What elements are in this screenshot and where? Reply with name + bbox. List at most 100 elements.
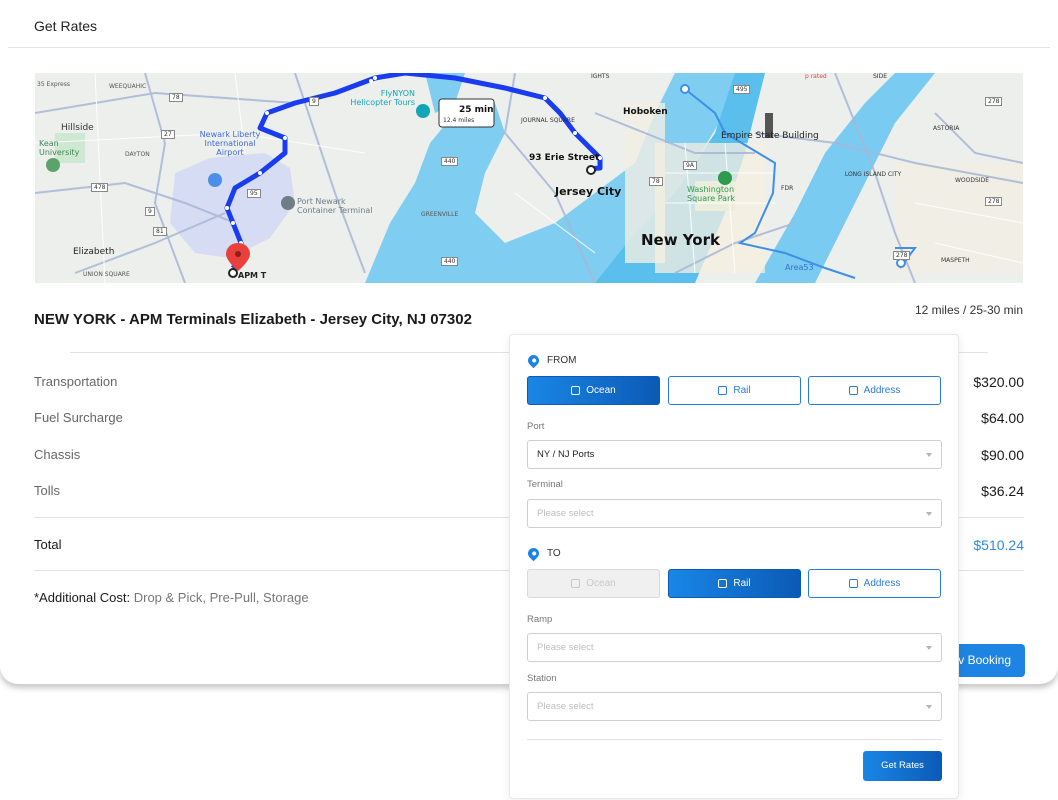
terminal-label: Terminal — [527, 479, 563, 490]
to-heading-label: TO — [547, 548, 561, 559]
map-label-hoboken: Hoboken — [623, 107, 668, 117]
from-rail-button[interactable]: Rail — [668, 376, 801, 405]
map-shield: 78 — [169, 93, 183, 102]
from-rail-label: Rail — [733, 385, 751, 396]
to-ocean-button: Ocean — [527, 569, 660, 598]
map-shield: 440 — [441, 257, 459, 266]
divider — [527, 739, 942, 740]
header-divider — [8, 47, 1050, 48]
train-icon — [718, 579, 728, 588]
port-label: Port — [527, 421, 545, 432]
route-distance-time: 12 miles / 25-30 min — [914, 303, 1023, 317]
port-select[interactable]: NY / NJ Ports — [527, 440, 942, 469]
route-title: NEW YORK - APM Terminals Elizabeth - Jer… — [34, 311, 472, 328]
cost-label-fuel-surcharge: Fuel Surcharge — [34, 410, 123, 425]
map-label-port-newark: Port Newark Container Terminal — [297, 197, 373, 215]
terminal-select[interactable]: Please select — [527, 499, 942, 528]
location-pin-icon — [525, 352, 542, 369]
map-icon — [848, 579, 858, 588]
map-icon — [848, 386, 858, 395]
map-label-empire-state: Empire State Building — [721, 131, 819, 141]
map-shield: 440 — [441, 157, 459, 166]
map-label-jersey-city: Jersey City — [555, 185, 622, 198]
port-value: NY / NJ Ports — [537, 449, 595, 460]
ramp-select[interactable]: Please select — [527, 633, 942, 662]
station-label: Station — [527, 673, 557, 684]
map-label-union-square: UNION SQUARE — [83, 271, 130, 278]
cost-label-transportation: Transportation — [34, 374, 118, 389]
from-ocean-button[interactable]: Ocean — [527, 376, 660, 405]
location-pin-icon — [525, 545, 542, 562]
additional-cost-note: *Additional Cost: Drop & Pick, Pre-Pull,… — [34, 590, 309, 605]
station-select[interactable]: Please select — [527, 692, 942, 721]
from-ocean-label: Ocean — [586, 385, 616, 396]
ramp-placeholder: Please select — [537, 642, 594, 653]
map-label-long-island-city: LONG ISLAND CITY — [844, 171, 902, 178]
map-label-elizabeth: Elizabeth — [73, 247, 115, 257]
map-label-journal-square: JOURNAL SQUARE — [521, 117, 575, 124]
ship-icon — [571, 579, 581, 588]
terminal-placeholder: Please select — [537, 508, 594, 519]
map-label-newark-airport: Newark Liberty International Airport — [199, 130, 261, 157]
map-shield: 81 — [153, 227, 167, 236]
ramp-label: Ramp — [527, 614, 553, 625]
map-label-new-york: New York — [641, 231, 720, 249]
map-label-apm: APM T — [238, 271, 267, 280]
map-label-washington-square: Washington Square Park — [687, 185, 735, 203]
map-shield: 278 — [893, 251, 911, 260]
map-shield: 9 — [145, 207, 155, 216]
cost-value-tolls: $36.24 — [981, 483, 1024, 499]
from-heading-label: FROM — [547, 355, 577, 366]
route-time: 25 min — [459, 105, 494, 115]
map-shield: 95 — [247, 189, 261, 198]
cost-value-chassis: $90.00 — [981, 447, 1024, 463]
from-heading: FROM — [525, 352, 577, 369]
cost-label-chassis: Chassis — [34, 447, 81, 462]
map-shield: 78 — [649, 177, 663, 186]
to-ocean-label: Ocean — [586, 578, 616, 589]
map-label-greenville: GREENVILLE — [421, 211, 459, 218]
map-shield: 9 — [309, 97, 319, 106]
from-address-button[interactable]: Address — [808, 376, 941, 405]
map-label-dayton: DAYTON — [125, 151, 150, 158]
map-label-hillside: Hillside — [61, 123, 94, 133]
map-label-east-side: SIDE — [873, 73, 887, 80]
map-label-flynyon: FlyNYON Helicopter Tours — [350, 89, 415, 107]
route-map[interactable]: WEEQUAHIC Hillside Kean University DAYTO… — [35, 73, 1023, 283]
map-shield: 278 — [985, 97, 1003, 106]
additional-cost-text: Drop & Pick, Pre-Pull, Storage — [130, 590, 309, 605]
map-label-astoria: ASTORIA — [933, 125, 960, 132]
train-icon — [718, 386, 728, 395]
additional-cost-prefix: *Additional Cost: — [34, 590, 131, 605]
to-rail-label: Rail — [733, 578, 751, 589]
map-canvas — [35, 73, 1023, 283]
page-title: Get Rates — [34, 18, 98, 34]
total-value: $510.24 — [973, 537, 1024, 553]
map-shield: 27 — [161, 130, 175, 139]
from-address-label: Address — [863, 385, 901, 396]
to-address-label: Address — [863, 578, 901, 589]
total-label: Total — [34, 537, 62, 552]
chevron-down-icon — [926, 705, 932, 709]
map-shield: 478 — [91, 183, 109, 192]
chevron-down-icon — [926, 453, 932, 457]
map-shield: 9A — [683, 161, 697, 170]
cost-value-transportation: $320.00 — [973, 374, 1024, 390]
get-rates-button[interactable]: Get Rates — [863, 751, 942, 781]
station-placeholder: Please select — [537, 701, 594, 712]
map-label-woodside: WOODSIDE — [955, 177, 989, 184]
cost-value-fuel-surcharge: $64.00 — [981, 410, 1024, 426]
to-address-button[interactable]: Address — [808, 569, 941, 598]
ship-icon — [571, 386, 581, 395]
map-label-weequahic: WEEQUAHIC — [109, 83, 147, 90]
cost-label-tolls: Tolls — [34, 483, 61, 498]
to-rail-button[interactable]: Rail — [668, 569, 801, 598]
map-shield: 495 — [733, 85, 751, 94]
to-heading: TO — [525, 545, 561, 562]
map-label-maspeth: MASPETH — [941, 257, 970, 264]
map-label-rated: p rated — [805, 73, 827, 80]
chevron-down-icon — [926, 512, 932, 516]
map-label-heights: IGHTS — [591, 73, 610, 80]
route-selector-panel: FROM Ocean Rail Address Port NY / NJ Por… — [509, 334, 959, 799]
map-shield: 278 — [985, 197, 1003, 206]
